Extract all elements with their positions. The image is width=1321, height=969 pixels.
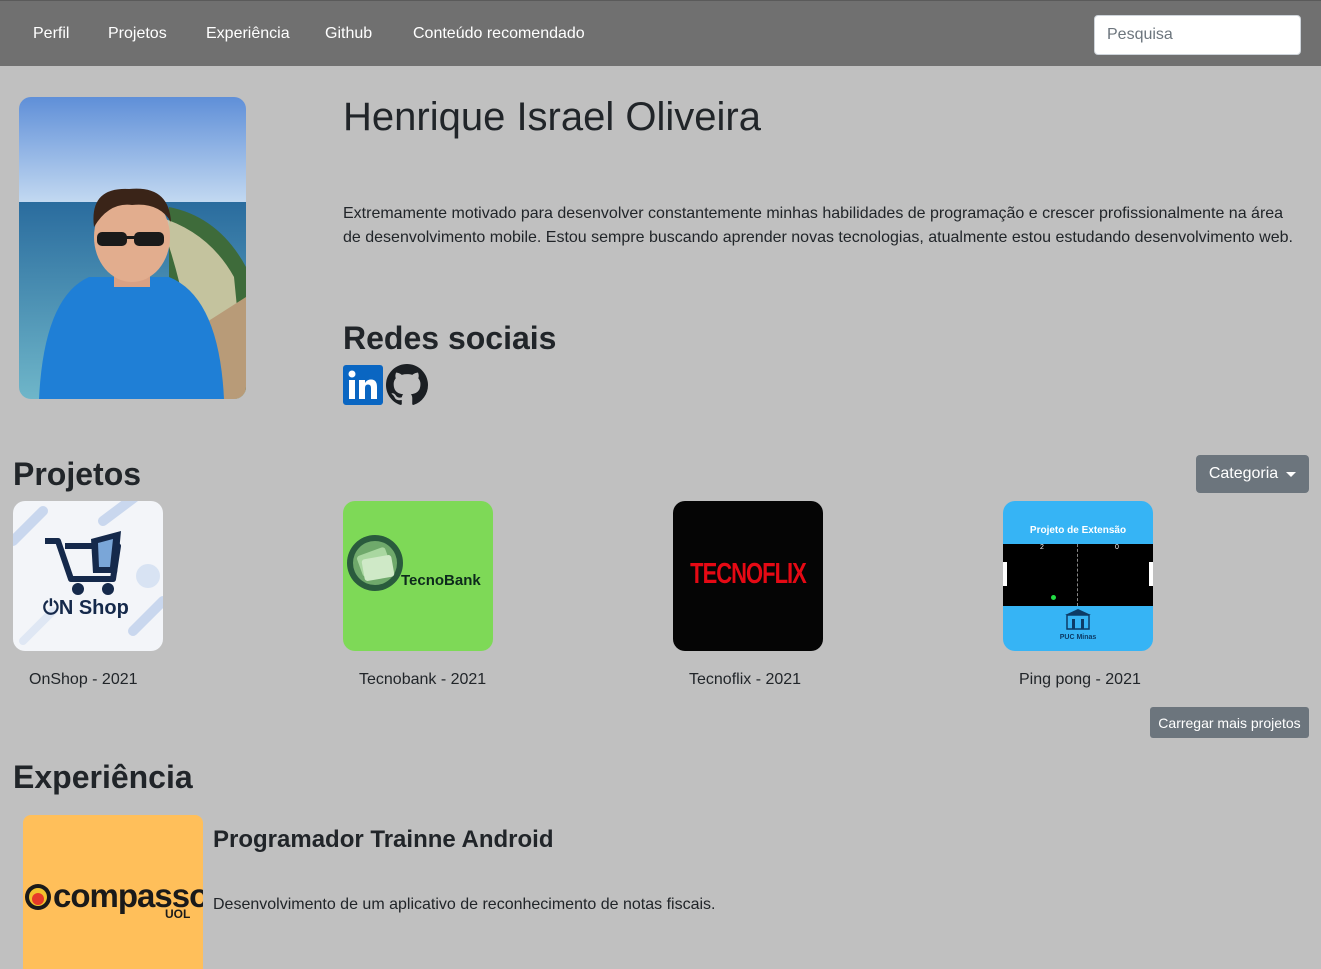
pingpong-footer-text: PUC Minas — [1059, 634, 1097, 641]
linkedin-icon[interactable] — [343, 365, 383, 410]
power-icon: ⏻ — [43, 597, 59, 619]
pingpong-score-left: 2 — [1040, 544, 1044, 551]
profile-description: Extremamente motivado para desenvolver c… — [343, 205, 1293, 246]
github-icon[interactable] — [386, 364, 428, 411]
project-card-tecnoflix[interactable]: TECNOFLIX Tecnoflix - 2021 — [673, 501, 873, 688]
pingpong-paddle-left — [1003, 562, 1007, 586]
pingpong-score-right: 0 — [1115, 544, 1119, 551]
project-thumb-onshop[interactable]: ⏻N Shop — [13, 501, 163, 651]
projects-title: Projetos — [13, 456, 142, 492]
nav-link-projetos[interactable]: Projetos — [108, 25, 167, 43]
onshop-logo-text: ⏻N Shop — [43, 597, 129, 619]
profile-name: Henrique Israel Oliveira — [343, 95, 761, 139]
load-more-projects-button[interactable]: Carregar mais projetos — [1150, 707, 1309, 738]
puc-minas-crest-icon — [1065, 609, 1091, 630]
uol-logo-text: UOL — [165, 907, 191, 921]
category-dropdown-label: Categoria — [1208, 465, 1279, 482]
pingpong-net — [1077, 544, 1078, 606]
nav-link-conteudo-recomendado[interactable]: Conteúdo recomendado — [413, 25, 585, 43]
tecnoflix-logo-text: TECNOFLIX — [690, 557, 807, 590]
pingpong-court: 2 0 — [1003, 544, 1153, 606]
project-card-tecnobank[interactable]: TecnoBank Tecnobank - 2021 — [343, 501, 543, 688]
project-caption-pingpong: Ping pong - 2021 — [1019, 671, 1141, 688]
pingpong-logo-text: Projeto de Extensão — [1029, 525, 1127, 536]
pingpong-paddle-right — [1149, 562, 1153, 586]
project-caption-tecnoflix: Tecnoflix - 2021 — [689, 671, 802, 688]
top-navbar: Perfil Projetos Experiência Github Conte… — [0, 0, 1321, 66]
profile-photo — [19, 97, 246, 399]
compasso-uol-logo: compasso UOL — [23, 815, 203, 969]
project-caption-onshop: OnShop - 2021 — [29, 671, 138, 688]
nav-link-github[interactable]: Github — [325, 25, 372, 43]
pingpong-ball — [1051, 595, 1056, 600]
nav-link-experiencia[interactable]: Experiência — [206, 25, 290, 43]
experience-description: Desenvolvimento de um aplicativo de reco… — [213, 896, 716, 913]
project-thumb-tecnobank[interactable]: TecnoBank — [343, 501, 493, 651]
nav-link-perfil[interactable]: Perfil — [33, 25, 69, 43]
search-input[interactable] — [1094, 15, 1301, 55]
project-card-pingpong[interactable]: Projeto de Extensão 2 0 PUC Minas Ping p… — [1003, 501, 1203, 688]
project-thumb-pingpong[interactable]: Projeto de Extensão 2 0 PUC Minas — [1003, 501, 1153, 651]
social-title: Redes sociais — [343, 320, 557, 356]
project-thumb-tecnoflix[interactable]: TECNOFLIX — [673, 501, 823, 651]
category-dropdown-button[interactable]: Categoria — [1196, 455, 1309, 493]
caret-down-icon — [1286, 471, 1297, 477]
experience-role: Programador Trainne Android — [213, 826, 554, 853]
tecnobank-logo-text: TecnoBank — [401, 572, 481, 589]
experience-title: Experiência — [13, 759, 193, 795]
project-card-onshop[interactable]: ⏻N Shop OnShop - 2021 — [13, 501, 213, 688]
project-caption-tecnobank: Tecnobank - 2021 — [359, 671, 487, 688]
